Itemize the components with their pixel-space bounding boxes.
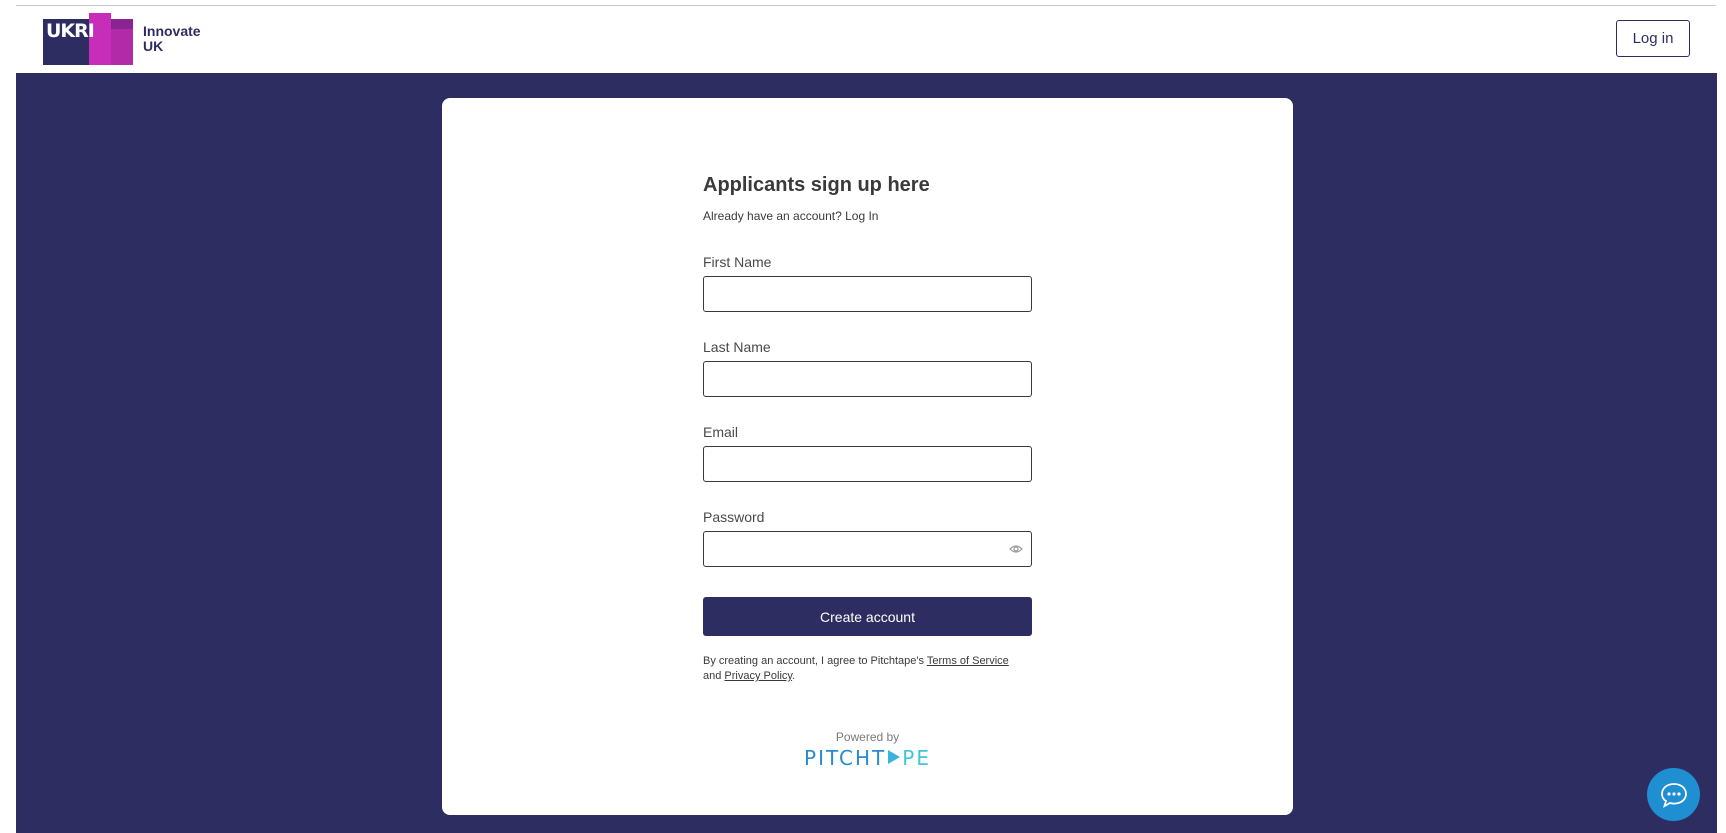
logo-name: Innovate UK bbox=[143, 24, 213, 54]
first-name-label: First Name bbox=[703, 254, 772, 270]
email-field[interactable] bbox=[703, 446, 1032, 482]
ukri-logo-mark: UKRI bbox=[43, 13, 135, 65]
login-prompt-text: Already have an account? bbox=[703, 209, 842, 223]
pitchtape-logo-right: PE bbox=[902, 746, 931, 770]
play-icon bbox=[888, 750, 901, 764]
signup-form: Applicants sign up here Already have an … bbox=[703, 173, 1032, 684]
email-label: Email bbox=[703, 424, 739, 440]
terms-of-service-link[interactable]: Terms of Service bbox=[927, 655, 1009, 667]
terms-and: and bbox=[703, 670, 722, 682]
innovate-uk-logo[interactable]: UKRI Innovate UK bbox=[43, 13, 213, 65]
privacy-policy-link[interactable]: Privacy Policy bbox=[724, 670, 792, 682]
pitchtape-logo[interactable]: PITCHT PE bbox=[442, 746, 1293, 770]
chat-button[interactable] bbox=[1647, 768, 1700, 821]
site-header: UKRI Innovate UK Log in bbox=[16, 6, 1717, 73]
login-button[interactable]: Log in bbox=[1616, 20, 1690, 57]
login-link[interactable]: Log In bbox=[845, 209, 878, 223]
logo-name-line2: UK bbox=[143, 38, 164, 54]
first-name-field[interactable] bbox=[703, 276, 1032, 312]
eye-icon[interactable] bbox=[1009, 543, 1023, 555]
page-title: Applicants sign up here bbox=[703, 174, 930, 196]
powered-by-text: Powered by bbox=[835, 730, 900, 744]
password-field[interactable] bbox=[703, 531, 1032, 567]
last-name-label: Last Name bbox=[703, 339, 771, 355]
password-label: Password bbox=[703, 509, 765, 525]
login-prompt: Already have an account? Log In bbox=[703, 209, 1032, 223]
chat-bubble-icon bbox=[1660, 782, 1687, 808]
terms-suffix: . bbox=[792, 670, 796, 682]
terms-notice: By creating an account, I agree to Pitch… bbox=[703, 654, 1032, 684]
pitchtape-logo-left: PITCHT bbox=[804, 746, 887, 770]
terms-prefix: By creating an account, I agree to Pitch… bbox=[703, 655, 925, 667]
logo-name-line1: Innovate bbox=[143, 23, 201, 39]
last-name-field[interactable] bbox=[703, 361, 1032, 397]
ukri-logo-text: UKRI bbox=[46, 20, 95, 42]
create-account-button[interactable]: Create account bbox=[703, 597, 1032, 636]
signup-card: Applicants sign up here Already have an … bbox=[442, 98, 1293, 815]
